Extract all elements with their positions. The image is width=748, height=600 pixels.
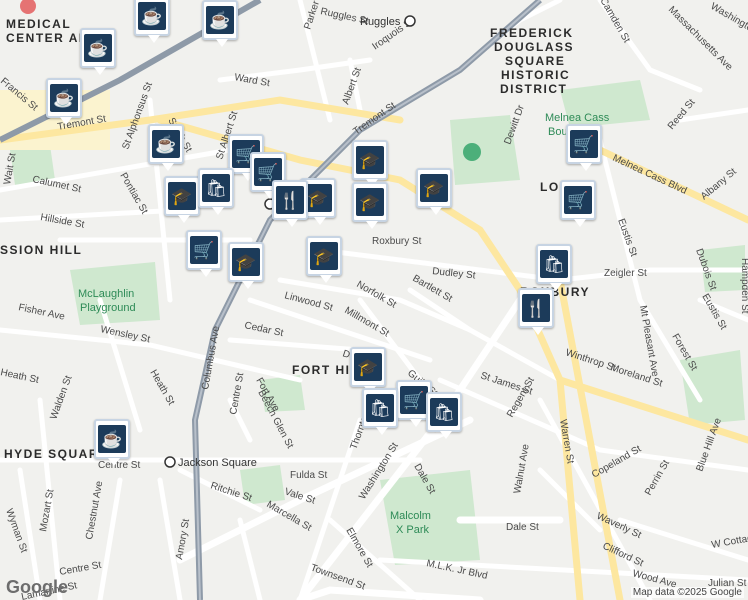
map-attribution: Map data ©2025 Google [630,587,744,598]
coffee-icon: ☕ [84,34,112,62]
station-label: Jackson Square [178,457,257,469]
marker-grocery[interactable]: 🛒 [566,124,602,171]
district-label: FORT HI [292,363,351,377]
shopping-icon: 🛍 [430,398,458,426]
grocery-icon: 🛒 [400,386,428,414]
google-logo: Google [6,577,68,597]
coffee-icon: ☕ [138,2,166,30]
district-label: FREDERICK [490,26,574,40]
marker-shopping[interactable]: 🛍 [426,392,462,439]
school-icon: 🎓 [354,353,382,381]
school-icon: 🎓 [356,146,384,174]
marker-restaurant[interactable]: 🍴 [518,288,554,335]
marker-coffee[interactable]: ☕ [134,0,170,43]
park-label: Malcolm [390,510,431,522]
map-canvas[interactable]: FREDERICK DOUGLASS SQUARE HISTORIC DISTR… [0,0,748,600]
marker-coffee[interactable]: ☕ [202,0,238,47]
district-label: HISTORIC [501,68,570,82]
district-label: SSION HILL [0,243,82,257]
shopping-icon: 🛍 [540,250,568,278]
marker-shopping[interactable]: 🛍 [198,168,234,215]
station-label: Ruggles [360,16,401,28]
marker-grocery[interactable]: 🛒 [560,180,596,227]
district-label: DOUGLASS [494,40,574,54]
street-label: Hampden St [739,258,748,314]
grocery-icon: 🛒 [570,130,598,158]
marker-coffee[interactable]: ☕ [148,124,184,171]
restaurant-icon: 🍴 [522,294,550,322]
marker-shopping[interactable]: 🛍 [362,388,398,435]
school-icon: 🎓 [232,248,260,276]
monument-icon [463,143,481,161]
school-icon: 🎓 [168,182,196,210]
street-label: Fulda St [290,470,327,481]
grocery-icon: 🛒 [190,236,218,264]
marker-school[interactable]: 🎓 [228,242,264,289]
park-label: Playground [80,302,136,314]
marker-school[interactable]: 🎓 [164,176,200,223]
shopping-icon: 🛍 [366,394,394,422]
coffee-icon: ☕ [50,84,78,112]
park-label: Melnea Cass [545,112,610,124]
district-label: DISTRICT [500,82,567,96]
school-icon: 🎓 [304,184,332,212]
marker-grocery[interactable]: 🛒 [186,230,222,277]
marker-school[interactable]: 🎓 [306,236,342,283]
marker-coffee[interactable]: ☕ [80,28,116,75]
coffee-icon: ☕ [206,6,234,34]
street-label: Roxbury St [372,236,422,247]
marker-school[interactable]: 🎓 [350,347,386,394]
district-label: SQUARE [505,54,565,68]
school-icon: 🎓 [420,174,448,202]
school-icon: 🎓 [310,242,338,270]
district-label: CENTER AR [6,31,89,45]
street-label: Dale St [506,522,539,533]
street-label: Zeigler St [604,268,647,279]
marker-restaurant[interactable]: 🍴 [272,180,308,227]
school-icon: 🎓 [356,188,384,216]
station-jackson-square: Jackson Square [164,456,257,469]
restaurant-icon: 🍴 [276,186,304,214]
coffee-icon: ☕ [152,130,180,158]
marker-school[interactable]: 🎓 [416,168,452,215]
district-label: LO [540,180,560,194]
marker-school[interactable]: 🎓 [352,140,388,187]
coffee-icon: ☕ [98,425,126,453]
transit-icon [164,456,176,468]
grocery-icon: 🛒 [564,186,592,214]
district-label: MEDICAL [6,17,71,31]
shopping-icon: 🛍 [202,174,230,202]
marker-school[interactable]: 🎓 [352,182,388,229]
marker-coffee[interactable]: ☕ [94,419,130,466]
marker-coffee[interactable]: ☕ [46,78,82,125]
park-label: X Park [396,524,430,536]
park-label: McLaughlin [78,288,134,300]
district-label: HYDE SQUARE [4,447,109,461]
marker-shopping[interactable]: 🛍 [536,244,572,291]
transit-icon [404,15,416,27]
